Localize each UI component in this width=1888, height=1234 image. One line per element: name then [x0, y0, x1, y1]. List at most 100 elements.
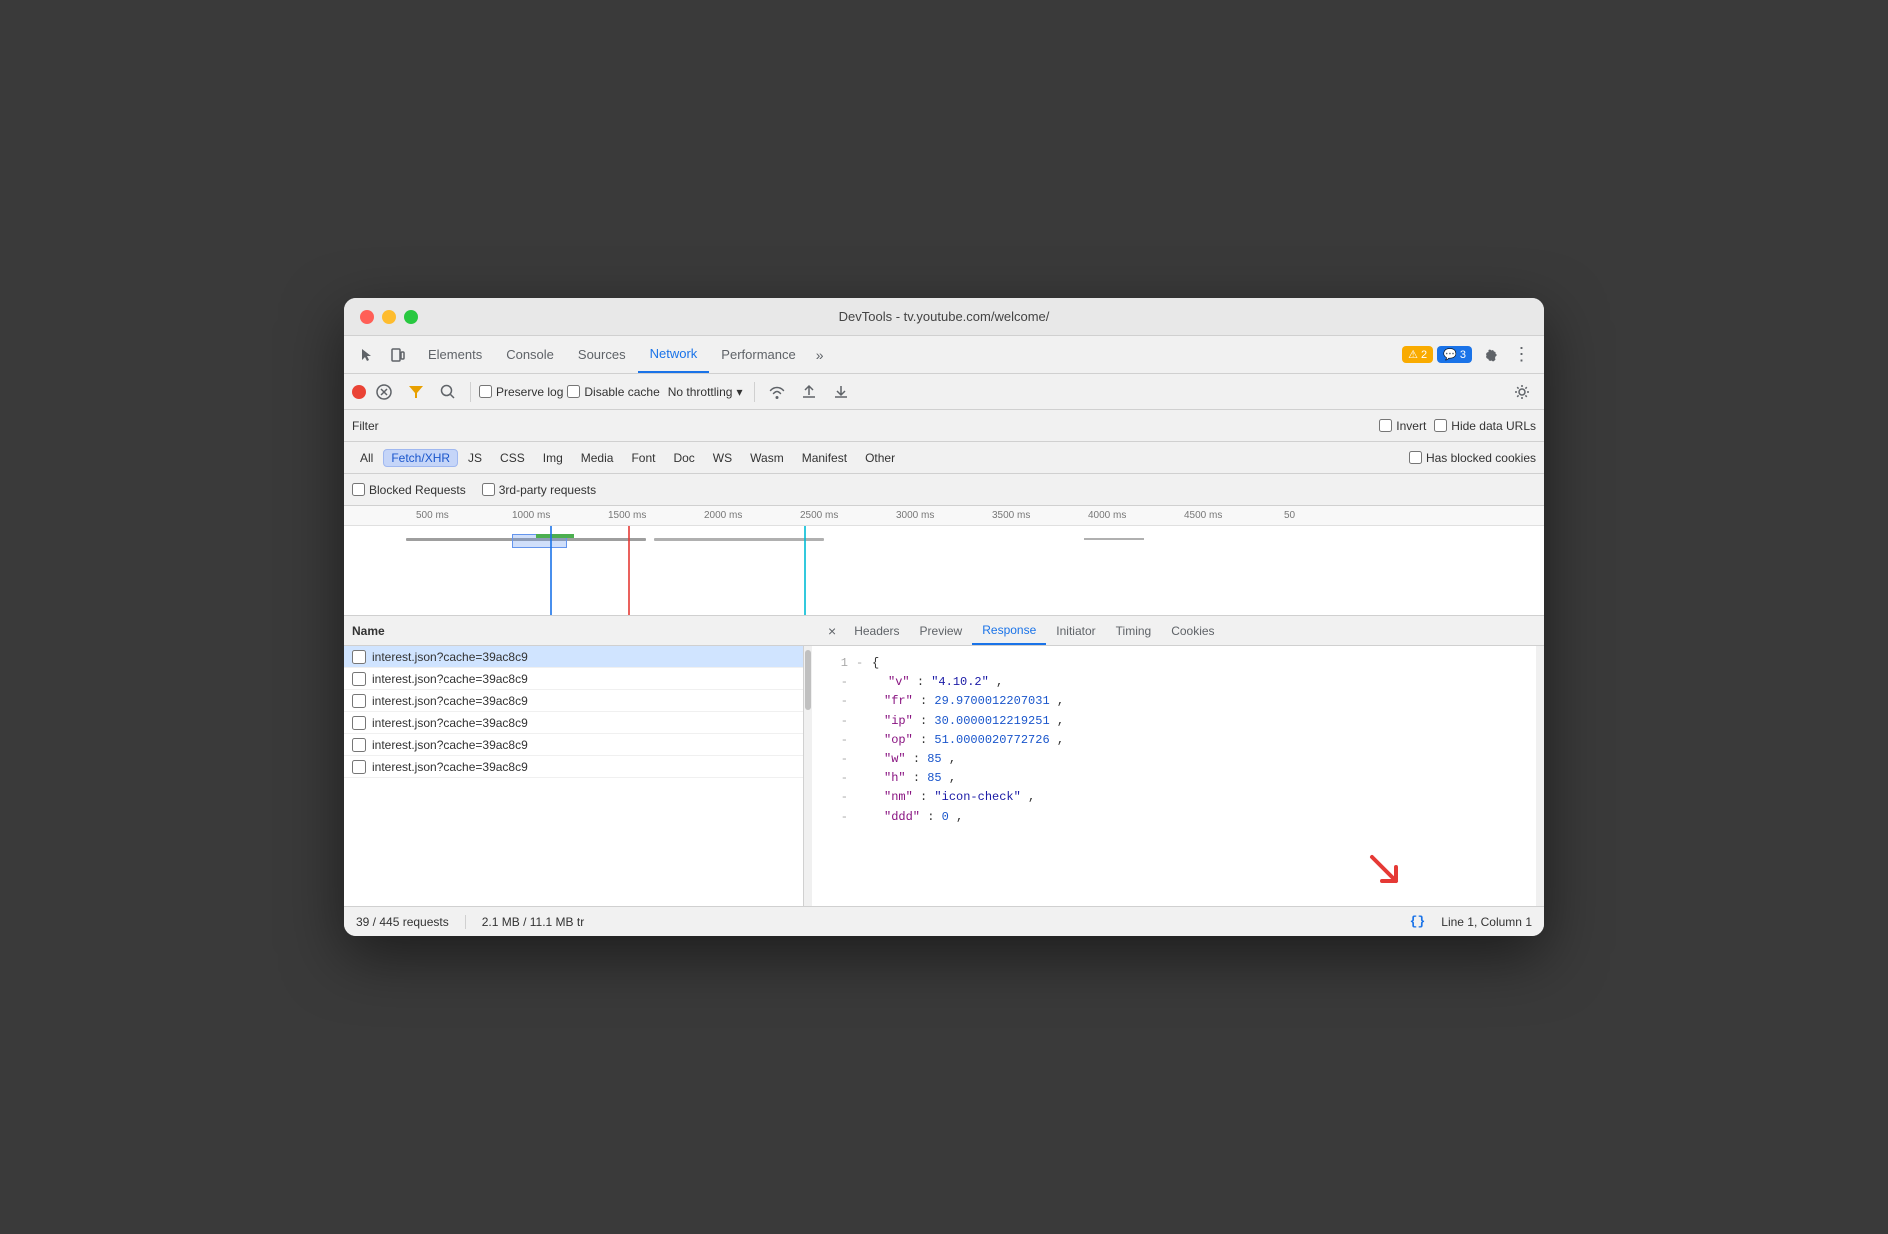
response-scrollbar[interactable]: [1536, 646, 1544, 906]
toolbar-separator-1: [470, 382, 471, 402]
request-name-4: interest.json?cache=39ac8c9: [372, 716, 795, 730]
minimize-button[interactable]: [382, 310, 396, 324]
request-checkbox-6[interactable]: [352, 760, 366, 774]
tab-elements[interactable]: Elements: [416, 336, 494, 373]
devtools-window: DevTools - tv.youtube.com/welcome/ Eleme…: [344, 298, 1544, 936]
close-button[interactable]: [360, 310, 374, 324]
requests-section: Name interest.json?cache=39ac8c9 interes…: [344, 616, 812, 906]
cursor-icon[interactable]: [352, 341, 380, 369]
status-sep-1: [465, 915, 466, 929]
blocked-requests-checkbox[interactable]: Blocked Requests: [352, 483, 466, 497]
json-field-ip: - "ip" : 30.0000012219251 ,: [824, 712, 1532, 731]
request-name-1: interest.json?cache=39ac8c9: [372, 650, 795, 664]
device-icon[interactable]: [384, 341, 412, 369]
json-field-op: - "op" : 51.0000020772726 ,: [824, 731, 1532, 750]
request-checkbox-2[interactable]: [352, 672, 366, 686]
tl-vline-red: [628, 526, 630, 616]
request-checkbox-1[interactable]: [352, 650, 366, 664]
filter-css[interactable]: CSS: [492, 449, 533, 467]
warning-badge[interactable]: ⚠2: [1402, 346, 1433, 363]
tab-cookies[interactable]: Cookies: [1161, 616, 1224, 645]
tab-more-button[interactable]: »: [808, 347, 832, 363]
request-name-6: interest.json?cache=39ac8c9: [372, 760, 795, 774]
requests-scrollbar[interactable]: [804, 646, 812, 906]
filter-other[interactable]: Other: [857, 449, 903, 467]
request-row[interactable]: interest.json?cache=39ac8c9: [344, 756, 803, 778]
arrow-indicator: [1364, 849, 1404, 896]
hide-data-urls-checkbox[interactable]: Hide data URLs: [1434, 419, 1536, 433]
filter-wasm[interactable]: Wasm: [742, 449, 792, 467]
record-button[interactable]: [352, 385, 366, 399]
request-checkbox-4[interactable]: [352, 716, 366, 730]
requests-list-container: interest.json?cache=39ac8c9 interest.jso…: [344, 646, 812, 906]
disable-cache-checkbox[interactable]: Disable cache: [567, 385, 659, 399]
response-tab-bar: × Headers Preview Response Initiator Tim…: [812, 616, 1544, 646]
filter-font[interactable]: Font: [623, 449, 663, 467]
filter-ws[interactable]: WS: [705, 449, 740, 467]
filter-input[interactable]: [387, 419, 1372, 433]
tl-bar-green: [536, 534, 574, 538]
close-panel-button[interactable]: ×: [820, 623, 844, 639]
tab-sources[interactable]: Sources: [566, 336, 638, 373]
request-checkbox-3[interactable]: [352, 694, 366, 708]
format-button[interactable]: {}: [1410, 914, 1426, 929]
comment-badge[interactable]: 💬3: [1437, 346, 1472, 363]
filter-all[interactable]: All: [352, 449, 381, 467]
filter-manifest[interactable]: Manifest: [794, 449, 855, 467]
filter-img[interactable]: Img: [535, 449, 571, 467]
tab-timing[interactable]: Timing: [1106, 616, 1162, 645]
json-toggle-1[interactable]: -: [856, 654, 868, 673]
filter-fetch-xhr[interactable]: Fetch/XHR: [383, 449, 458, 467]
request-row[interactable]: interest.json?cache=39ac8c9: [344, 712, 803, 734]
throttle-select[interactable]: No throttling ▾: [664, 383, 747, 401]
tl-vline-blue: [550, 526, 552, 616]
download-icon[interactable]: [827, 378, 855, 406]
extra-filter-bar: Blocked Requests 3rd-party requests: [344, 474, 1544, 506]
devtools-tab-bar: Elements Console Sources Network Perform…: [344, 336, 1544, 374]
window-title: DevTools - tv.youtube.com/welcome/: [839, 309, 1050, 324]
tl-bar-grey-2: [654, 538, 824, 541]
preserve-log-checkbox[interactable]: Preserve log: [479, 385, 563, 399]
json-field-w: - "w" : 85 ,: [824, 750, 1532, 769]
request-row[interactable]: interest.json?cache=39ac8c9: [344, 646, 803, 668]
tab-network[interactable]: Network: [638, 336, 710, 373]
timeline-area: 500 ms 1000 ms 1500 ms 2000 ms 2500 ms 3…: [344, 506, 1544, 616]
has-blocked-cookies-checkbox[interactable]: Has blocked cookies: [1409, 451, 1536, 465]
stop-icon[interactable]: [370, 378, 398, 406]
filter-icon[interactable]: [402, 378, 430, 406]
request-row[interactable]: interest.json?cache=39ac8c9: [344, 668, 803, 690]
traffic-lights: [360, 310, 418, 324]
tab-preview[interactable]: Preview: [910, 616, 973, 645]
request-row[interactable]: interest.json?cache=39ac8c9: [344, 690, 803, 712]
tab-response[interactable]: Response: [972, 616, 1046, 645]
tick-500: 500 ms: [416, 510, 449, 521]
request-row[interactable]: interest.json?cache=39ac8c9: [344, 734, 803, 756]
invert-checkbox[interactable]: Invert: [1379, 419, 1426, 433]
tl-vline-cyan: [804, 526, 806, 616]
request-name-2: interest.json?cache=39ac8c9: [372, 672, 795, 686]
tab-initiator[interactable]: Initiator: [1046, 616, 1105, 645]
tab-console[interactable]: Console: [494, 336, 566, 373]
main-content: Name interest.json?cache=39ac8c9 interes…: [344, 616, 1544, 906]
transfer-size: 2.1 MB / 11.1 MB tr: [482, 915, 584, 929]
tick-3000: 3000 ms: [896, 510, 934, 521]
filter-media[interactable]: Media: [573, 449, 622, 467]
more-options-icon[interactable]: ⋮: [1508, 341, 1536, 369]
status-bar: 39 / 445 requests 2.1 MB / 11.1 MB tr {}…: [344, 906, 1544, 936]
tab-performance[interactable]: Performance: [709, 336, 807, 373]
search-icon[interactable]: [434, 378, 462, 406]
tab-headers[interactable]: Headers: [844, 616, 909, 645]
network-settings-icon[interactable]: [1508, 378, 1536, 406]
third-party-checkbox[interactable]: 3rd-party requests: [482, 483, 596, 497]
filter-label: Filter: [352, 419, 379, 433]
scrollbar-thumb: [805, 650, 811, 710]
filter-doc[interactable]: Doc: [665, 449, 702, 467]
maximize-button[interactable]: [404, 310, 418, 324]
wifi-icon[interactable]: [763, 378, 791, 406]
response-panel: × Headers Preview Response Initiator Tim…: [812, 616, 1544, 906]
settings-icon[interactable]: [1476, 341, 1504, 369]
filter-js[interactable]: JS: [460, 449, 490, 467]
tick-50: 50: [1284, 510, 1295, 521]
request-checkbox-5[interactable]: [352, 738, 366, 752]
upload-icon[interactable]: [795, 378, 823, 406]
